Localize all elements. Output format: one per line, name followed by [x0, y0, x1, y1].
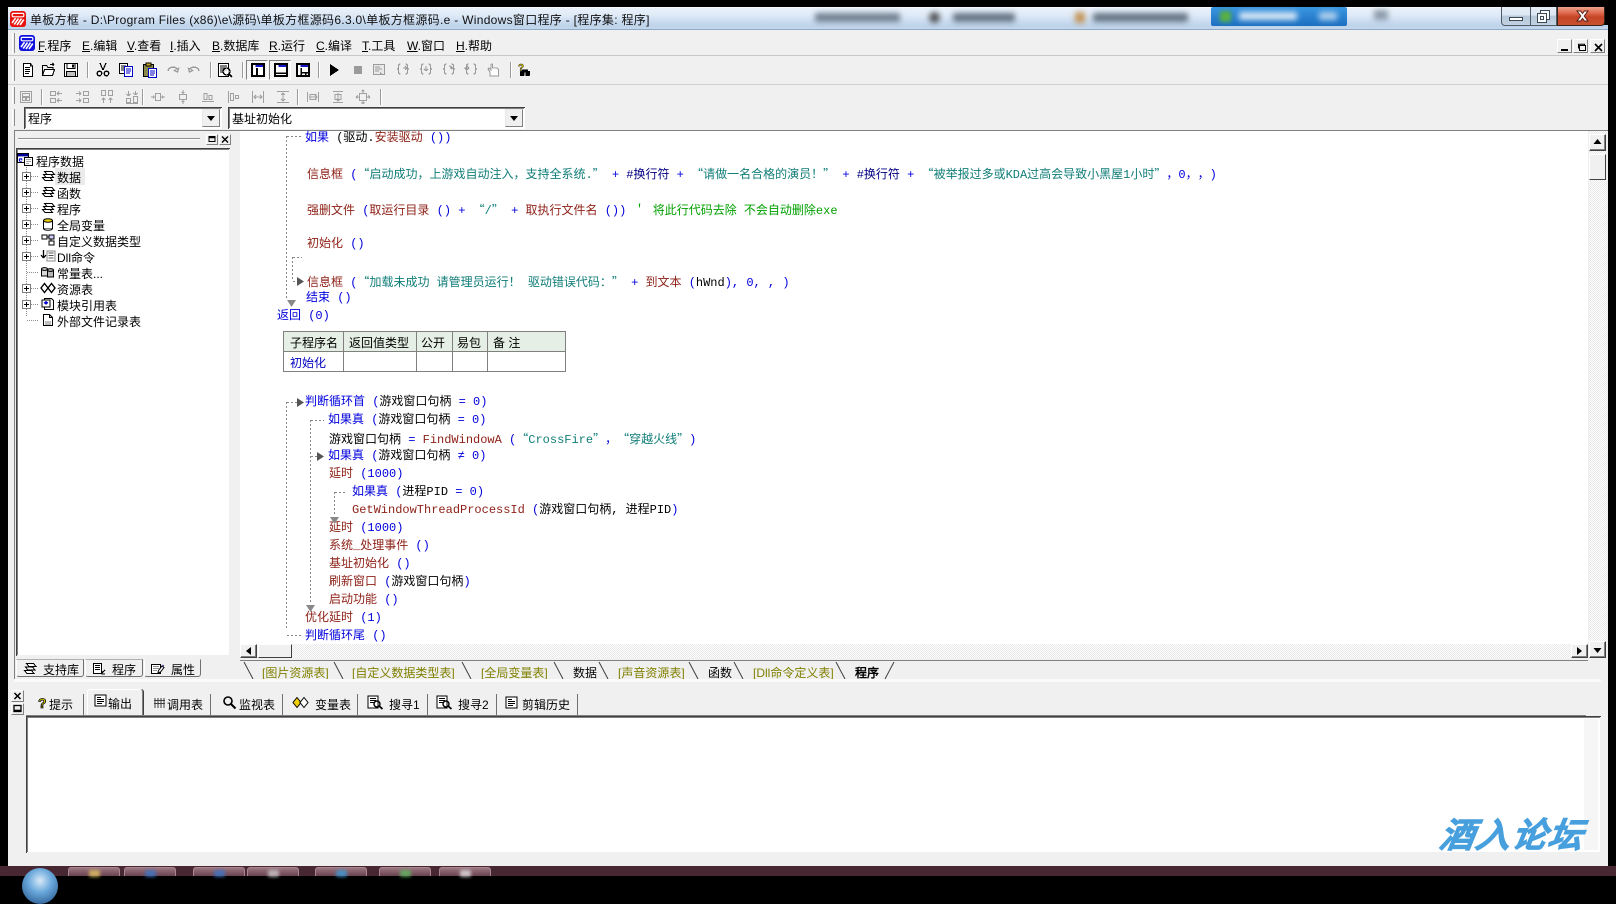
- svg-text:e: e: [19, 155, 23, 164]
- svg-text:?: ?: [38, 695, 47, 710]
